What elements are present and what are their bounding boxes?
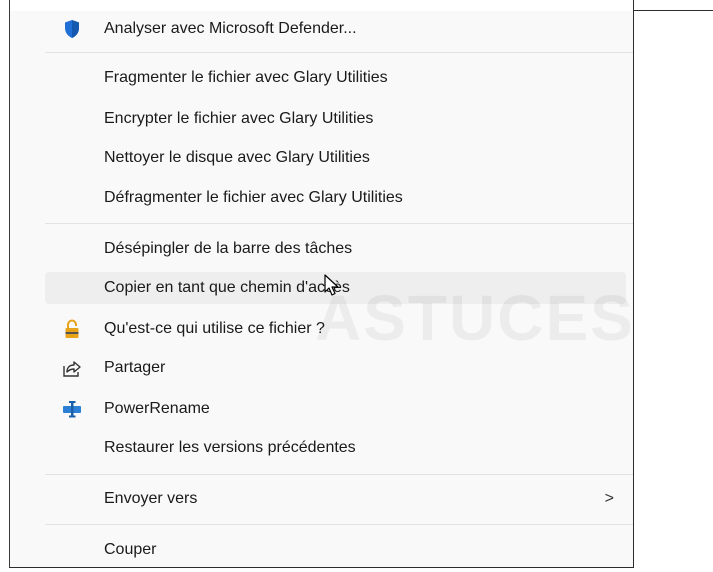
menu-separator [45, 474, 633, 475]
menu-item-label: Partager [104, 359, 166, 376]
menu-right-border [633, 0, 634, 572]
menu-item-clean-disk-glary[interactable]: Nettoyer le disque avec Glary Utilities [45, 142, 626, 174]
menu-separator [45, 223, 633, 224]
menu-item-label: Encrypter le fichier avec Glary Utilitie… [104, 110, 374, 127]
menu-item-label: Analyser avec Microsoft Defender... [104, 20, 357, 37]
menu-item-label: Défragmenter le fichier avec Glary Utili… [104, 189, 403, 206]
window-top-strip [0, 0, 713, 10]
menu-item-powerrename[interactable]: PowerRename [45, 393, 626, 425]
menu-item-send-to[interactable]: Envoyer vers > [45, 483, 626, 515]
context-menu: Analyser avec Microsoft Defender... Frag… [10, 11, 633, 567]
menu-separator [45, 52, 633, 53]
defender-shield-icon [62, 19, 82, 39]
mouse-pointer-icon [324, 274, 340, 303]
chevron-right-icon: > [604, 490, 614, 507]
menu-item-restore-previous-versions[interactable]: Restaurer les versions précédentes [45, 432, 626, 464]
menu-item-label: Désépingler de la barre des tâches [104, 240, 353, 257]
powerrename-icon [62, 399, 82, 419]
menu-item-label: PowerRename [104, 400, 210, 417]
menu-item-label: Restaurer les versions précédentes [104, 439, 356, 456]
menu-bottom-border [9, 567, 634, 568]
menu-item-analyze-defender[interactable]: Analyser avec Microsoft Defender... [45, 13, 626, 45]
menu-item-share[interactable]: Partager [45, 352, 626, 384]
menu-item-unpin-taskbar[interactable]: Désépingler de la barre des tâches [45, 233, 626, 265]
menu-item-label: Nettoyer le disque avec Glary Utilities [104, 149, 370, 166]
menu-item-fragment-glary[interactable]: Fragmenter le fichier avec Glary Utiliti… [45, 62, 626, 94]
menu-item-label: Copier en tant que chemin d'accès [104, 279, 350, 296]
window-top-border [633, 10, 713, 11]
watermark: ASTUCES [315, 282, 633, 354]
menu-item-encrypt-glary[interactable]: Encrypter le fichier avec Glary Utilitie… [45, 103, 626, 135]
menu-separator [45, 524, 633, 525]
padlock-icon [62, 319, 82, 339]
menu-item-cut[interactable]: Couper [45, 534, 626, 566]
window-bottom-strip [0, 568, 713, 572]
share-icon [62, 358, 82, 378]
menu-item-label: Fragmenter le fichier avec Glary Utiliti… [104, 69, 388, 86]
menu-item-label: Envoyer vers [104, 490, 198, 507]
menu-item-label: Qu'est-ce qui utilise ce fichier ? [104, 320, 325, 337]
menu-item-label: Couper [104, 541, 157, 558]
menu-item-defragment-glary[interactable]: Défragmenter le fichier avec Glary Utili… [45, 182, 626, 214]
